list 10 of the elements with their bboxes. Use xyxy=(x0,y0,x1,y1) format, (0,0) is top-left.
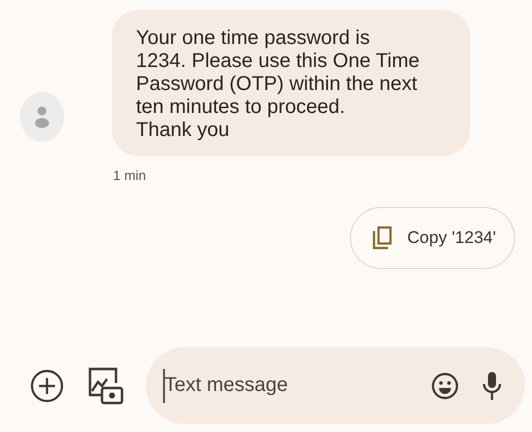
microphone-icon[interactable] xyxy=(481,370,503,402)
copy-icon xyxy=(371,226,394,250)
timestamp: 1 min xyxy=(113,168,146,183)
message-input-field[interactable]: Text message xyxy=(164,374,431,397)
avatar-icon xyxy=(20,92,64,142)
gallery-camera-icon[interactable] xyxy=(88,366,124,404)
message-bubble: Your one time password is 1234. Please use this One Time Password (OTP) within the next ten minutes to proceed. Thank you xyxy=(112,10,470,156)
add-icon[interactable] xyxy=(30,368,64,402)
emoji-icon[interactable] xyxy=(431,372,459,400)
copy-suggestion-chip[interactable]: Copy '1234' xyxy=(350,207,515,269)
